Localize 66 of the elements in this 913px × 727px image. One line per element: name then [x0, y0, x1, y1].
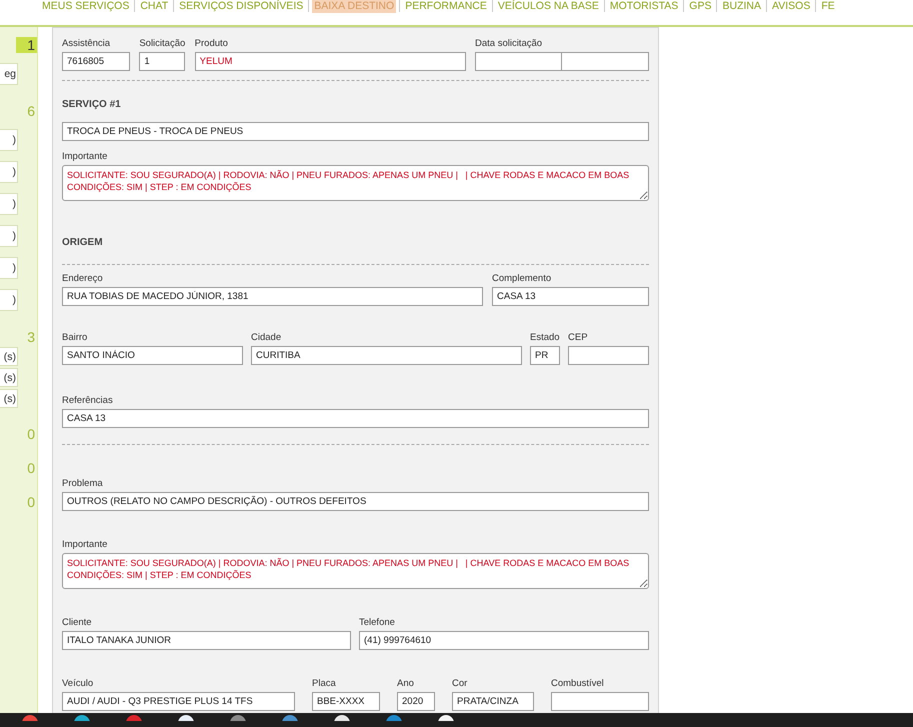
sidebar-item[interactable]: (s)	[0, 347, 18, 366]
field-label: Cliente	[62, 617, 93, 629]
input-field[interactable]: 1	[139, 52, 186, 71]
input-field[interactable]: TROCA DE PNEUS - TROCA DE PNEUS	[62, 122, 649, 141]
input-field[interactable]: PR	[530, 346, 560, 365]
section-heading: SERVIÇO #1	[62, 99, 122, 110]
input-field[interactable]: CURITIBA	[251, 346, 522, 365]
input-field[interactable]: 7616805	[62, 52, 130, 71]
field-label: Ano	[397, 678, 415, 690]
sidebar-item[interactable]: )	[0, 129, 18, 151]
field-label: Cidade	[251, 332, 282, 344]
field-label: Telefone	[359, 617, 396, 629]
field-label: Assistência	[62, 38, 112, 50]
date-field[interactable]	[474, 52, 562, 71]
field-label: Complemento	[492, 273, 552, 285]
sidebar-item[interactable]: )	[0, 161, 18, 183]
sidebar-item[interactable]: eg	[0, 63, 18, 85]
field-label: Bairro	[62, 332, 88, 344]
field-label: Importante	[62, 151, 108, 163]
app-icon[interactable]	[438, 713, 454, 721]
input-field[interactable]: PRATA/CINZA	[452, 692, 534, 711]
input-field[interactable]: ITALO TANAKA JUNIOR	[62, 631, 351, 650]
time-field[interactable]	[562, 52, 649, 71]
input-field[interactable]: 2020	[397, 692, 435, 711]
sidebar-item[interactable]: )	[0, 289, 18, 311]
input-field[interactable]: CASA 13	[62, 409, 649, 428]
input-field[interactable]: YELUM	[194, 52, 466, 71]
counter: 1	[16, 37, 37, 53]
field-label: Estado	[530, 332, 560, 344]
text-area[interactable]: SOLICITANTE: SOU SEGURADO(A) | RODOVIA: NÃO | PNEU FURADOS: APENAS UM PNEU | | CHAVE RODAS E MACACO EM BOAS CONDIÇÕES: SIM | STEP : EM CONDIÇÕES	[62, 553, 649, 589]
input-field[interactable]: RUA TOBIAS DE MACEDO JÚNIOR, 1381	[62, 287, 483, 306]
field-label: CEP	[568, 332, 589, 344]
field-label: Cor	[452, 678, 468, 690]
field-label: Solicitação	[139, 38, 186, 50]
input-field[interactable]	[551, 692, 649, 711]
counter: 0	[27, 460, 36, 476]
app-icon[interactable]	[178, 713, 194, 721]
section-heading: ORIGEM	[62, 237, 104, 248]
field-label: Endereço	[62, 273, 104, 285]
input-field[interactable]: SANTO INÁCIO	[62, 346, 243, 365]
field-label: Produto	[194, 38, 229, 50]
sidebar-item[interactable]: (s)	[0, 368, 18, 387]
input-field[interactable]: BBE-XXXX	[312, 692, 380, 711]
field-label: Importante	[62, 539, 108, 551]
sidebar-item[interactable]: )	[0, 225, 18, 247]
counter: 3	[27, 329, 36, 345]
field-label: Referências	[62, 395, 114, 407]
sidebar-item[interactable]: )	[0, 257, 18, 279]
input-field[interactable]: (41) 999764610	[359, 631, 649, 650]
counter: 6	[27, 103, 36, 119]
input-field[interactable]: CASA 13	[492, 287, 649, 306]
field-label: Problema	[62, 478, 104, 490]
sidebar-item[interactable]: (s)	[0, 389, 18, 408]
field-label: Placa	[312, 678, 337, 690]
input-field[interactable]: OUTROS (RELATO NO CAMPO DESCRIÇÃO) - OUTROS DEFEITOS	[62, 492, 649, 511]
sidebar-item[interactable]: )	[0, 193, 18, 215]
field-label: Veículo	[62, 678, 94, 690]
field-label: Data solicitação	[474, 38, 544, 50]
app-icon[interactable]	[334, 713, 350, 721]
input-field[interactable]	[568, 346, 649, 365]
counter: 0	[27, 494, 36, 510]
app-icon[interactable]	[74, 713, 90, 721]
input-field[interactable]: AUDI / AUDI - Q3 PRESTIGE PLUS 14 TFS	[62, 692, 295, 711]
counter: 0	[27, 426, 36, 442]
field-label: Combustível	[551, 678, 605, 690]
text-area[interactable]: SOLICITANTE: SOU SEGURADO(A) | RODOVIA: NÃO | PNEU FURADOS: APENAS UM PNEU | | CHAVE RODAS E MACACO EM BOAS CONDIÇÕES: SIM | STEP : EM CONDIÇÕES	[62, 165, 649, 201]
